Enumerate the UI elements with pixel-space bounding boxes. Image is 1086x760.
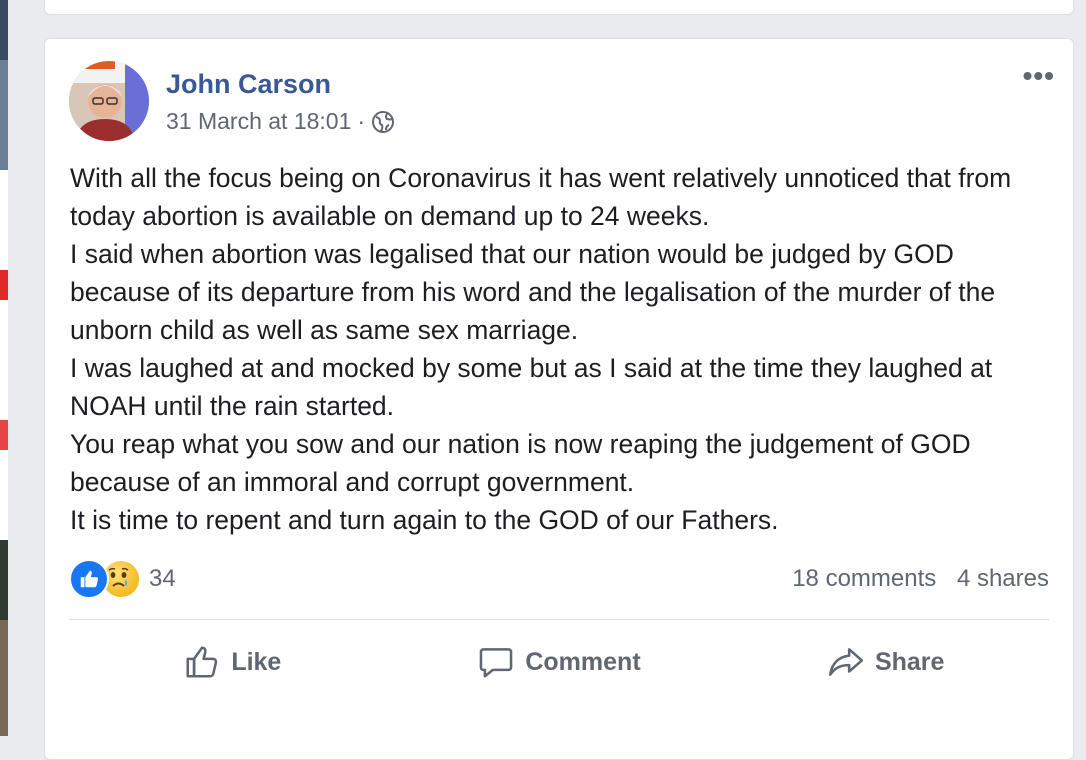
globe-icon[interactable] [371,110,395,134]
post-body: With all the focus being on Coronavirus … [70,159,1060,539]
reactions-summary[interactable]: 34 [69,559,176,599]
thumbs-up-icon [186,646,218,678]
share-label: Share [874,647,945,676]
like-label: Like [231,647,282,676]
engagement-counts: 18 comments 4 shares [792,565,1049,593]
previous-post-card [44,0,1074,15]
meta-separator: · [357,108,366,134]
share-arrow-icon [828,648,864,676]
comment-bubble-icon [480,648,513,678]
divider [69,619,1049,620]
post-paragraph: It is time to repent and turn again to t… [70,505,779,535]
share-button[interactable]: Share [722,635,1049,689]
like-button[interactable]: Like [69,635,396,689]
background-page-edge [0,0,8,736]
post-meta: 31 March at 18:01 · [166,108,395,135]
comments-count-link[interactable]: 18 comments [792,565,936,592]
action-bar: Like Comment Share [69,635,1049,689]
author-name[interactable]: John Carson [166,69,331,100]
comment-label: Comment [525,647,641,676]
post-paragraph: You reap what you sow and our nation is … [70,429,971,497]
post-paragraph: I said when abortion was legalised that … [70,239,996,345]
post-timestamp[interactable]: 31 March at 18:01 [166,108,351,135]
more-options-icon[interactable]: ••• [1023,62,1055,90]
reaction-count: 34 [149,565,176,592]
like-reaction-icon [69,559,109,599]
post-paragraph: I was laughed at and mocked by some but … [70,353,993,421]
post-card: John Carson 31 March at 18:01 · ••• With… [44,38,1074,760]
shares-count-link[interactable]: 4 shares [957,565,1049,592]
avatar[interactable] [69,61,149,141]
comment-button[interactable]: Comment [396,635,723,689]
post-paragraph: With all the focus being on Coronavirus … [70,163,1012,231]
